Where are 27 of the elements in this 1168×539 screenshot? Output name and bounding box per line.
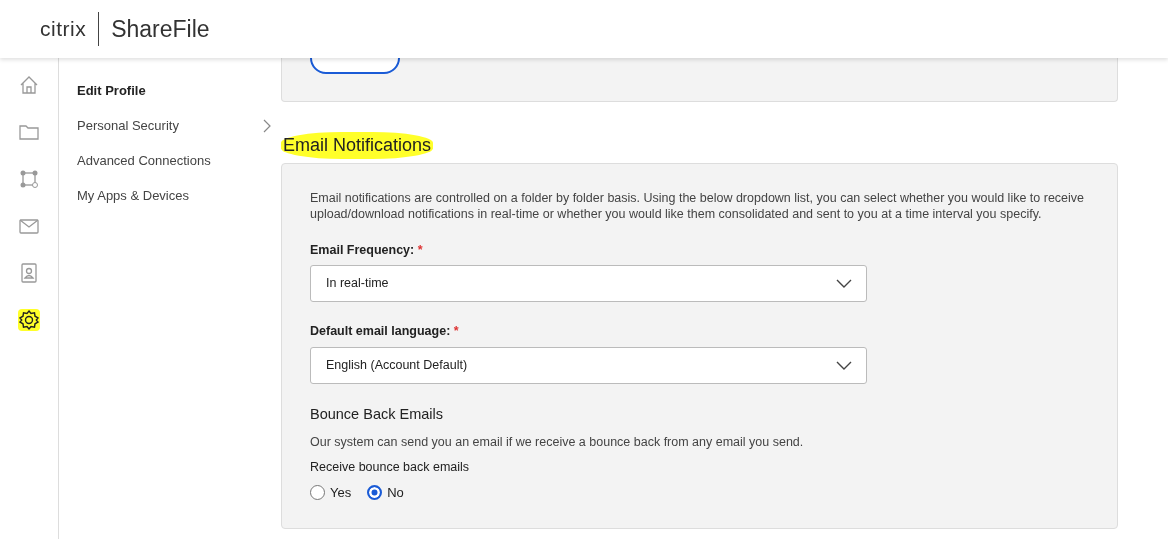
radio-button[interactable] [310,485,325,500]
product-name: ShareFile [111,14,210,44]
dropdown[interactable]: English (Account Default) [310,347,867,384]
required-mark: * [417,242,423,257]
subsection-heading: Bounce Back Emails [310,405,444,424]
nodes-icon[interactable] [18,168,40,190]
radio-label[interactable]: Yes [330,482,352,503]
field-label: Default email language: [310,324,451,339]
radio-button[interactable] [367,485,383,500]
home-icon[interactable] [18,74,40,96]
settings-icon[interactable] [18,309,40,331]
field-label: Email Frequency: [310,242,415,257]
brand-logo: citrix [40,16,87,43]
section-heading: Email Notifications [281,132,434,159]
description-text: Our system can send you an email if we receive a bounce back from any email you send. [310,433,805,450]
submenu-item[interactable]: Edit Profile [77,73,281,108]
required-mark: * [453,324,459,339]
description-text: Email notifications are controlled on a folder by folder basis. Using the below dropdown list, you can select whether you would like to receive upload/download notifications in real-time or whether you would like them consolidated and sent to you at a time interval you specify. [310,190,1086,223]
chevron-down-icon [836,361,852,370]
submenu-item[interactable]: My Apps & Devices [77,178,281,213]
radio-label[interactable]: No [387,482,404,503]
submenu-item[interactable]: Personal Security [77,108,281,143]
chevron-down-icon [836,279,852,289]
contact-book-icon[interactable] [18,262,40,284]
dropdown[interactable]: In real-time [310,265,867,303]
submenu-item[interactable]: Advanced Connections [77,143,281,178]
question-label: Receive bounce back emails [310,459,471,476]
